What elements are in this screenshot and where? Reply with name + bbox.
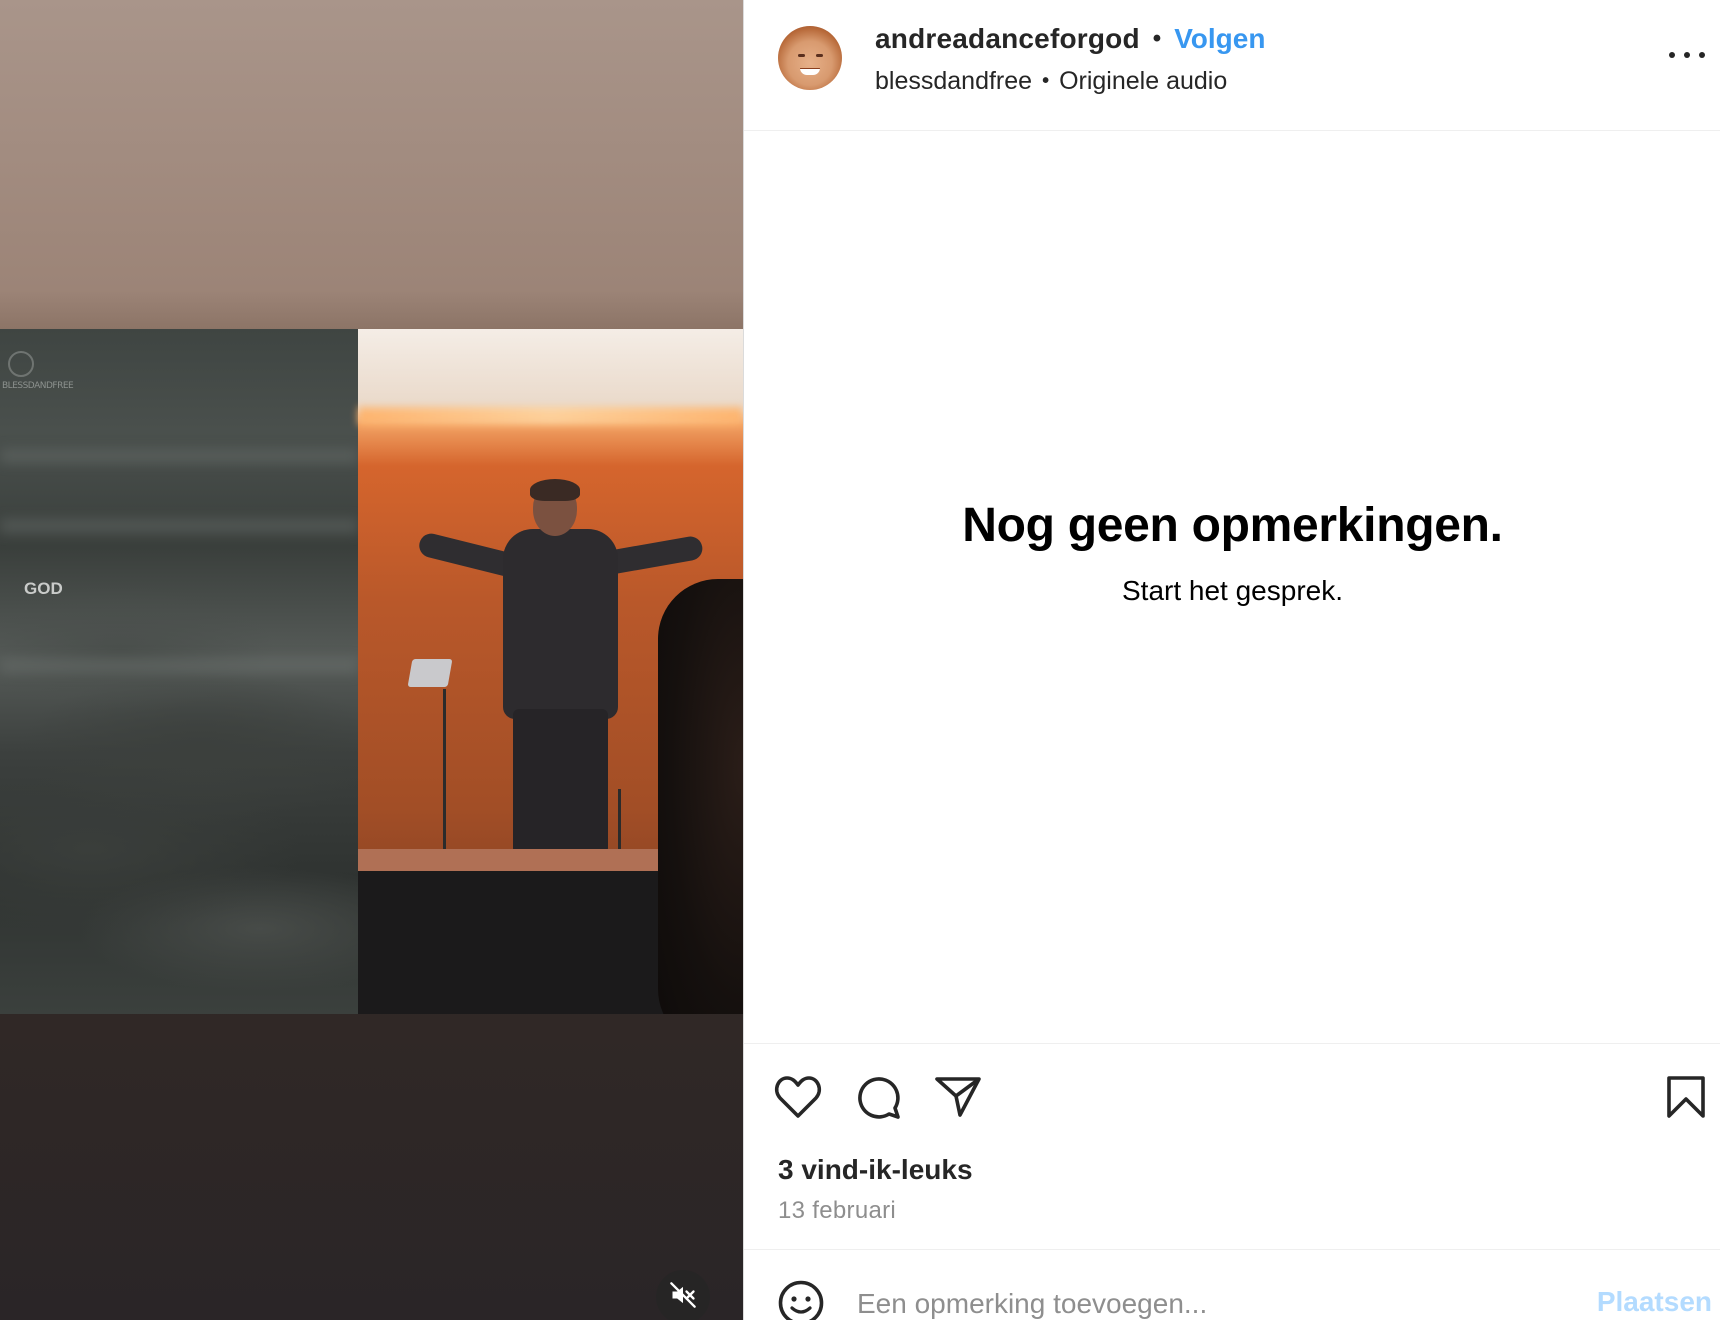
audio-row: blessdandfree • Originele audio	[875, 66, 1227, 96]
emoji-icon[interactable]	[778, 1280, 824, 1320]
post-sidebar: andreadanceforgod • Volgen blessdandfree…	[743, 0, 1720, 1320]
reel-video-player[interactable]: BLESSDANDFREE GOD	[0, 0, 743, 1320]
avatar[interactable]	[778, 26, 842, 90]
laptop	[407, 659, 453, 687]
follow-button[interactable]: Volgen	[1174, 23, 1265, 55]
comment-icon[interactable]	[853, 1072, 903, 1122]
post-date[interactable]: 13 februari	[778, 1197, 896, 1225]
comment-input[interactable]	[857, 1286, 1557, 1320]
dancer-hair	[530, 479, 580, 501]
brand-watermark: BLESSDANDFREE	[2, 351, 74, 401]
avatar-mouth	[800, 68, 820, 75]
stage-light	[358, 407, 743, 425]
original-audio-link[interactable]: Originele audio	[1059, 67, 1227, 96]
empty-comments-title: Nog geen opmerkingen.	[962, 498, 1503, 552]
cloud-band	[0, 519, 358, 533]
add-comment-bar: Plaatsen	[744, 1249, 1720, 1320]
video-overlay-text: GOD	[24, 579, 63, 598]
stage-video-pane	[358, 329, 743, 1014]
cloud-band	[0, 449, 358, 463]
likes-count[interactable]: 3 vind-ik-leuks	[778, 1154, 973, 1186]
avatar-eye	[816, 54, 823, 57]
share-icon[interactable]	[933, 1072, 983, 1122]
mute-toggle-button[interactable]	[656, 1270, 710, 1320]
separator-dot: •	[1042, 69, 1050, 92]
post-comment-button[interactable]: Plaatsen	[1597, 1286, 1712, 1318]
clouds-video-pane: BLESSDANDFREE GOD	[0, 329, 358, 1014]
heart-icon[interactable]	[773, 1072, 823, 1122]
dancer-legs	[513, 709, 608, 854]
audio-account-link[interactable]: blessdandfree	[875, 67, 1032, 96]
dancer-body	[503, 529, 618, 719]
muted-speaker-icon	[669, 1281, 697, 1314]
header-title-row: andreadanceforgod • Volgen	[875, 23, 1265, 55]
stand	[443, 689, 446, 849]
cloud-band	[0, 659, 358, 673]
post-header: andreadanceforgod • Volgen blessdandfree…	[744, 0, 1720, 131]
separator-dot: •	[1152, 25, 1162, 52]
audience-silhouette	[658, 579, 743, 1014]
comments-empty-state: Nog geen opmerkingen. Start het gesprek.	[744, 131, 1720, 1043]
brand-logo-icon	[8, 351, 34, 377]
avatar-eye	[798, 54, 805, 57]
username-link[interactable]: andreadanceforgod	[875, 23, 1140, 55]
brand-watermark-text: BLESSDANDFREE	[2, 381, 74, 391]
bookmark-icon[interactable]	[1661, 1072, 1711, 1122]
more-options-icon[interactable]	[1669, 48, 1705, 62]
post-actions: 3 vind-ik-leuks 13 februari	[744, 1043, 1720, 1249]
video-frame: BLESSDANDFREE GOD	[0, 329, 743, 1014]
stand	[618, 789, 621, 849]
empty-comments-subtitle: Start het gesprek.	[1121, 574, 1343, 606]
